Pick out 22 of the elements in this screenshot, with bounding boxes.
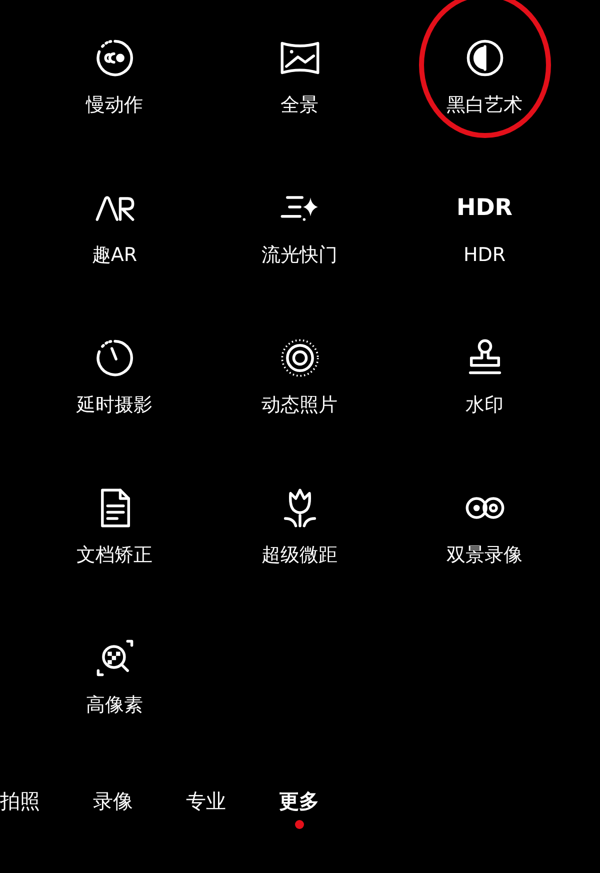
mode-label[interactable]: 慢动作 bbox=[86, 93, 143, 117]
selected-indicator-dot bbox=[294, 820, 304, 829]
mode-tab[interactable]: 更多 bbox=[279, 788, 319, 814]
live-photo-icon[interactable] bbox=[278, 337, 320, 379]
mode-label[interactable]: 全景 bbox=[280, 93, 318, 117]
mode-label[interactable]: 延时摄影 bbox=[76, 393, 152, 417]
mode-label[interactable]: 文档矫正 bbox=[76, 543, 152, 567]
mode-label[interactable]: 动态照片 bbox=[262, 393, 338, 417]
slow-motion-icon[interactable] bbox=[94, 37, 136, 79]
mode-label[interactable]: 超级微距 bbox=[262, 543, 338, 567]
mode-tab[interactable]: 专业 bbox=[186, 788, 226, 814]
mode-label[interactable]: 水印 bbox=[466, 393, 504, 417]
hdr-icon[interactable]: HDR bbox=[456, 187, 513, 229]
mode-tab[interactable]: 录像 bbox=[93, 788, 133, 814]
mode-label[interactable]: HDR bbox=[463, 243, 506, 267]
mode-label[interactable]: 趣AR bbox=[92, 243, 138, 267]
mode-tab[interactable]: 拍照 bbox=[0, 788, 40, 814]
mode-label[interactable]: 双景录像 bbox=[446, 543, 522, 567]
mode-label[interactable]: 黑白艺术 bbox=[446, 93, 522, 117]
timer-icon[interactable] bbox=[94, 337, 136, 379]
mode-label[interactable]: 高像素 bbox=[86, 693, 143, 717]
mode-label[interactable]: 流光快门 bbox=[262, 243, 338, 267]
